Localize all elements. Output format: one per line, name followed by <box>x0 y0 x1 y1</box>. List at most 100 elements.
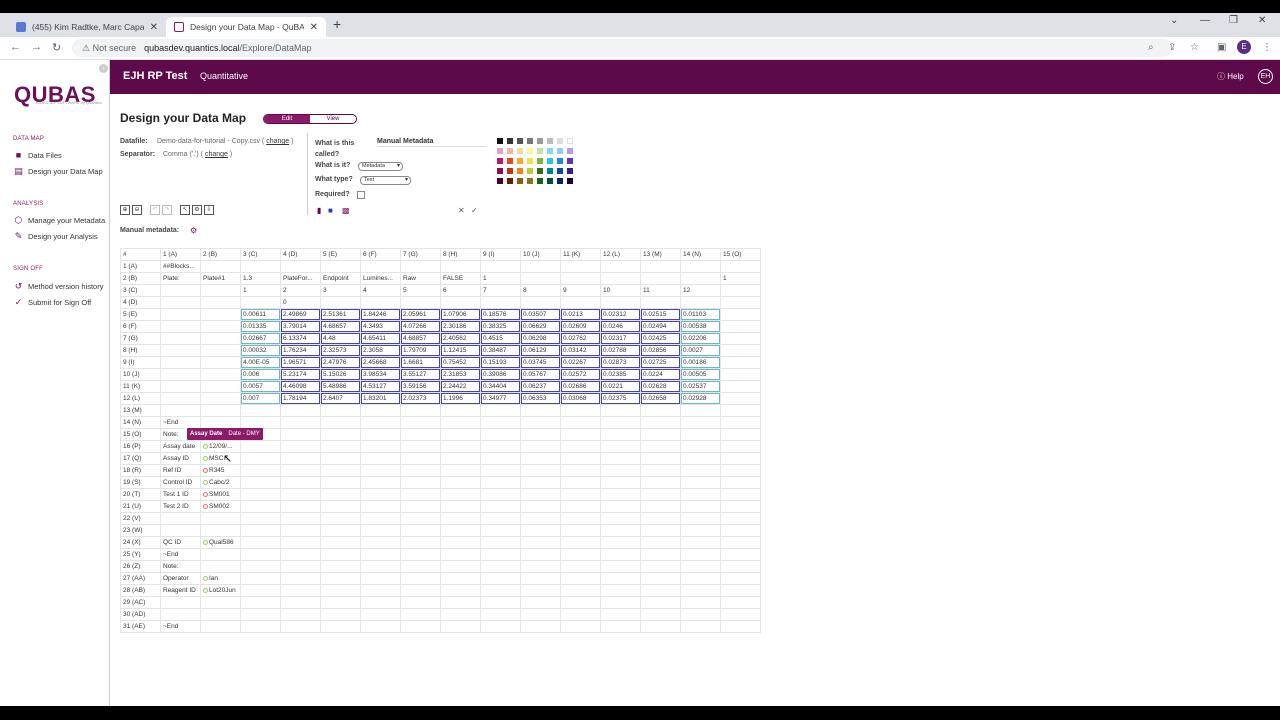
grid-cell[interactable]: 1.76234 <box>280 344 321 357</box>
grid-cell[interactable] <box>480 536 521 549</box>
grid-cell[interactable] <box>480 488 521 501</box>
new-tab-button[interactable]: + <box>333 16 341 32</box>
help-link[interactable]: ⓘ Help <box>1217 71 1244 82</box>
grid-cell[interactable] <box>160 368 201 381</box>
grid-cell[interactable]: Cabc/2 <box>200 476 241 489</box>
grid-cell[interactable]: 4.07266 <box>400 320 441 333</box>
palette-swatch[interactable] <box>527 148 533 154</box>
grid-cell[interactable] <box>440 260 481 273</box>
grid-cell[interactable] <box>240 404 281 417</box>
grid-cell[interactable]: 2.05961 <box>400 308 441 321</box>
grid-cell[interactable]: Plate#1 <box>200 272 241 285</box>
grid-cell[interactable]: 1.78194 <box>280 392 321 405</box>
grid-cell[interactable] <box>720 344 761 357</box>
grid-cell[interactable] <box>520 524 561 537</box>
grid-cell[interactable] <box>200 560 241 573</box>
grid-cell[interactable] <box>240 416 281 429</box>
grid-cell[interactable] <box>240 560 281 573</box>
grid-cell[interactable]: Endpoint <box>320 272 361 285</box>
row-header[interactable]: 22 (V) <box>120 512 161 525</box>
edit-view-toggle[interactable]: Edit View <box>263 114 357 124</box>
grid-cell[interactable] <box>400 572 441 585</box>
grid-cell[interactable] <box>680 524 721 537</box>
grid-cell[interactable] <box>600 440 641 453</box>
grid-cell[interactable] <box>480 608 521 621</box>
grid-cell[interactable] <box>440 488 481 501</box>
grid-cell[interactable]: 0.02762 <box>560 332 601 345</box>
grid-cell[interactable]: 2.49869 <box>280 308 321 321</box>
grid-cell[interactable] <box>720 596 761 609</box>
grid-cell[interactable] <box>160 320 201 333</box>
grid-cell[interactable]: 4.3493 <box>360 320 401 333</box>
grid-cell[interactable]: 0.02572 <box>560 368 601 381</box>
palette-swatch[interactable] <box>517 138 523 144</box>
grid-cell[interactable] <box>320 452 361 465</box>
grid-cell[interactable]: SM002 <box>200 500 241 513</box>
sidebar-item-method-history[interactable]: ↺ Method version history <box>14 282 104 292</box>
column-header[interactable]: 15 (O) <box>720 248 761 261</box>
grid-cell[interactable] <box>560 260 601 273</box>
grid-cell[interactable] <box>600 584 641 597</box>
grid-cell[interactable] <box>280 584 321 597</box>
grid-cell[interactable]: 0.06629 <box>520 320 561 333</box>
grid-cell[interactable]: 0.06298 <box>520 332 561 345</box>
grid-cell[interactable] <box>640 296 681 309</box>
grid-cell[interactable] <box>720 380 761 393</box>
grid-cell[interactable] <box>560 500 601 513</box>
close-icon[interactable]: ✕ <box>310 22 318 33</box>
grid-cell[interactable] <box>720 416 761 429</box>
grid-cell[interactable]: 0.00186 <box>680 356 721 369</box>
grid-cell[interactable] <box>320 296 361 309</box>
grid-cell[interactable]: 0.02658 <box>640 392 681 405</box>
grid-cell[interactable]: 0.02928 <box>680 392 721 405</box>
grid-cell[interactable] <box>400 512 441 525</box>
row-header[interactable]: 11 (K) <box>120 380 161 393</box>
grid-cell[interactable] <box>200 332 241 345</box>
grid-cell[interactable] <box>160 308 201 321</box>
grid-cell[interactable] <box>600 416 641 429</box>
grid-cell[interactable] <box>520 416 561 429</box>
grid-cell[interactable] <box>320 620 361 633</box>
grid-cell[interactable]: 0.0224 <box>640 368 681 381</box>
grid-cell[interactable] <box>520 584 561 597</box>
grid-cell[interactable]: 8 <box>520 284 561 297</box>
profile-avatar[interactable]: E <box>1237 40 1251 54</box>
column-header[interactable]: 1 (A) <box>160 248 201 261</box>
grid-cell[interactable] <box>440 548 481 561</box>
grid-cell[interactable] <box>640 608 681 621</box>
grid-cell[interactable]: 0.007 <box>240 392 281 405</box>
grid-cell[interactable] <box>480 464 521 477</box>
grid-cell[interactable]: 12/09/... <box>200 440 241 453</box>
grid-cell[interactable] <box>640 272 681 285</box>
grid-cell[interactable] <box>400 464 441 477</box>
grid-cell[interactable] <box>360 608 401 621</box>
grid-cell[interactable] <box>320 488 361 501</box>
palette-swatch[interactable] <box>547 158 553 164</box>
palette-swatch[interactable] <box>557 158 563 164</box>
grid-cell[interactable] <box>680 488 721 501</box>
row-header[interactable]: 15 (O) <box>120 428 161 441</box>
grid-cell[interactable] <box>280 428 321 441</box>
grid-cell[interactable] <box>160 596 201 609</box>
zoom-icon[interactable]: ⌕ <box>1148 42 1154 53</box>
grid-cell[interactable]: 0.00611 <box>240 308 281 321</box>
grid-cell[interactable] <box>720 548 761 561</box>
grid-cell[interactable] <box>520 488 561 501</box>
grid-cell[interactable] <box>520 620 561 633</box>
grid-cell[interactable] <box>160 380 201 393</box>
grid-cell[interactable] <box>440 296 481 309</box>
grid-cell[interactable] <box>560 440 601 453</box>
grid-cell[interactable] <box>640 428 681 441</box>
grid-cell[interactable] <box>240 596 281 609</box>
grid-cell[interactable] <box>480 476 521 489</box>
row-header[interactable]: 7 (G) <box>120 332 161 345</box>
grid-cell[interactable] <box>600 260 641 273</box>
palette-swatch[interactable] <box>537 138 543 144</box>
palette-swatch[interactable] <box>557 178 563 184</box>
grid-cell[interactable]: 9 <box>560 284 601 297</box>
grid-cell[interactable] <box>720 260 761 273</box>
grid-cell[interactable]: 6 <box>440 284 481 297</box>
grid-cell[interactable] <box>480 512 521 525</box>
row-header[interactable]: 28 (AB) <box>120 584 161 597</box>
column-header[interactable]: 6 (F) <box>360 248 401 261</box>
